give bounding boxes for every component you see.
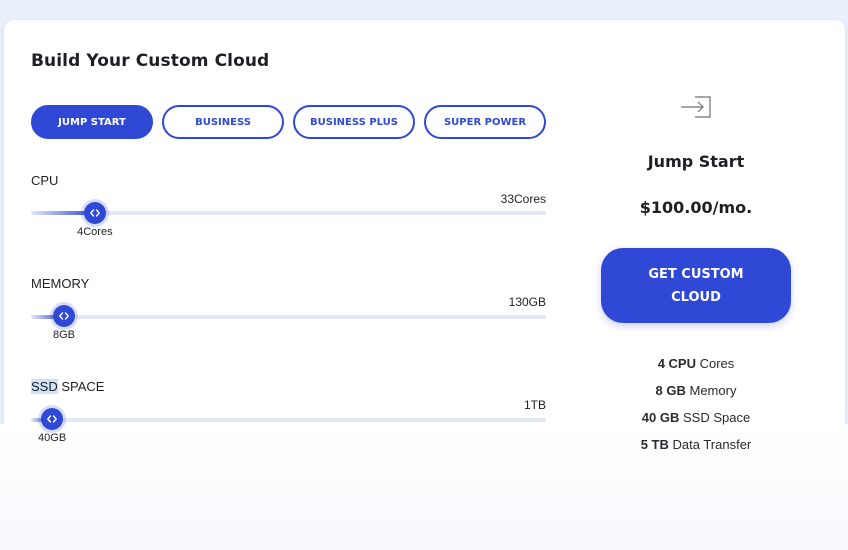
arrows-horizontal-icon: [89, 209, 100, 217]
tab-jump-start[interactable]: JUMP START: [31, 105, 153, 139]
ssd-label-highlight: SSD: [31, 379, 58, 394]
arrows-horizontal-icon: [59, 312, 69, 320]
spec-transfer: 5 TB Data Transfer: [600, 437, 792, 452]
plan-price: $100.00/mo.: [639, 198, 753, 217]
sign-in-icon: [681, 96, 711, 118]
arrows-horizontal-icon: [47, 415, 58, 423]
spec-unit: Cores: [696, 356, 735, 371]
memory-slider-handle[interactable]: [52, 305, 75, 327]
tab-business-plus[interactable]: BUSINESS PLUS: [293, 105, 415, 139]
ssd-slider-track[interactable]: [31, 418, 546, 422]
ssd-label: SSD SPACE: [31, 379, 104, 394]
memory-value: 8GB: [52, 329, 75, 341]
cpu-slider-track[interactable]: [31, 211, 546, 215]
spec-value: 8 GB: [655, 383, 686, 398]
spec-unit: Data Transfer: [668, 437, 752, 452]
get-custom-cloud-label: GET CUSTOM CLOUD: [648, 266, 744, 305]
spec-unit: Memory: [685, 383, 737, 398]
plan-name: Jump Start: [647, 152, 745, 171]
ssd-slider-handle[interactable]: [41, 408, 64, 430]
cpu-slider-handle[interactable]: [83, 202, 106, 224]
spec-cpu: 4 CPU Cores: [600, 356, 792, 371]
tab-super-power[interactable]: SUPER POWER: [424, 105, 546, 139]
memory-max-label: 130GB: [508, 295, 546, 309]
spec-value: 40 GB: [641, 410, 680, 425]
spec-value: 5 TB: [640, 437, 669, 452]
tab-business[interactable]: BUSINESS: [162, 105, 284, 139]
spec-value: 4 CPU: [657, 356, 696, 371]
cpu-max-label: 33Cores: [500, 192, 546, 206]
memory-label: MEMORY: [31, 276, 90, 291]
cpu-value: 4Cores: [77, 226, 113, 238]
ssd-value: 40GB: [38, 432, 67, 444]
ssd-label-rest: SPACE: [57, 379, 105, 394]
memory-slider-track[interactable]: [31, 315, 546, 319]
cpu-label: CPU: [31, 173, 59, 188]
spec-memory: 8 GB Memory: [600, 383, 792, 398]
spec-ssd: 40 GB SSD Space: [600, 410, 792, 425]
spec-unit: SSD Space: [679, 410, 751, 425]
ssd-max-label: 1TB: [523, 398, 546, 412]
get-custom-cloud-button[interactable]: GET CUSTOM CLOUD: [601, 248, 791, 323]
page-title: Build Your Custom Cloud: [31, 51, 270, 71]
